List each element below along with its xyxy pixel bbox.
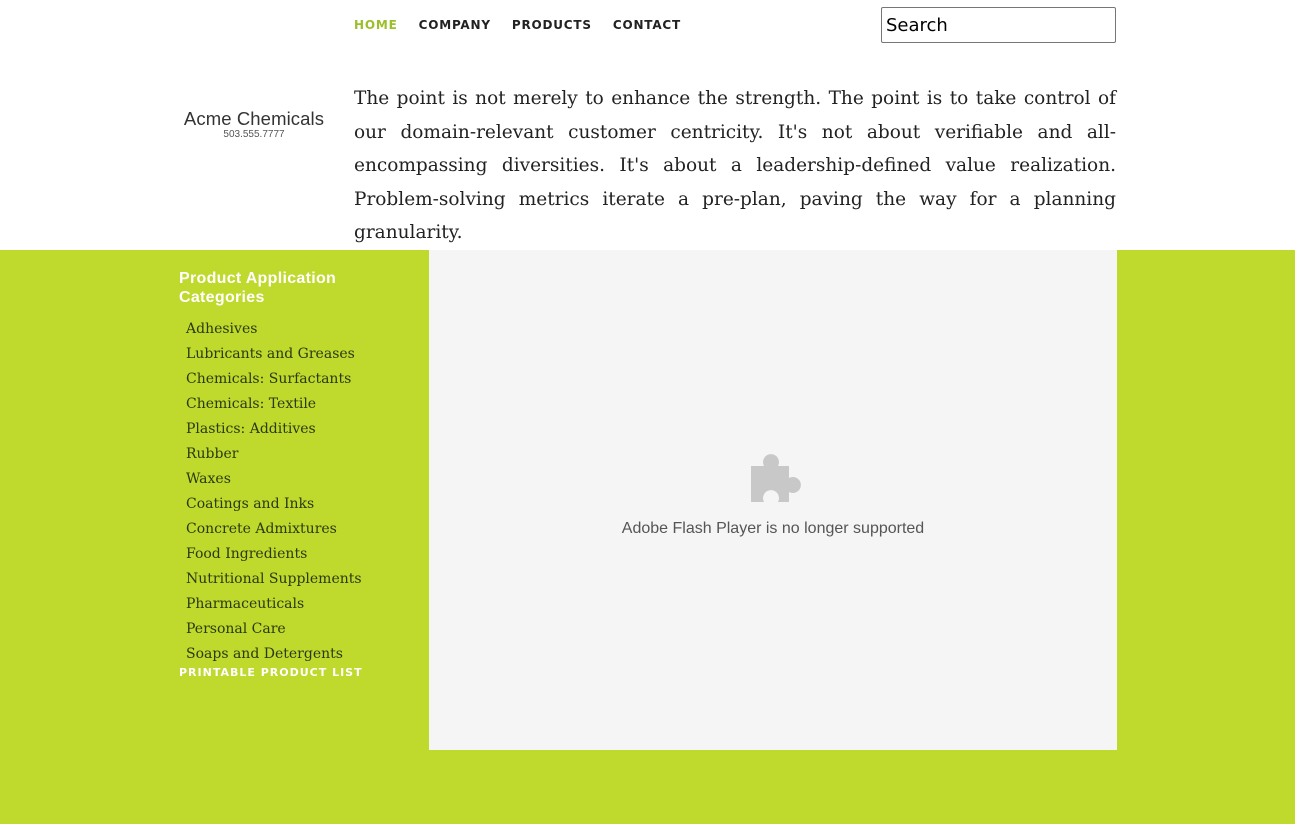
nav-home[interactable]: HOME: [354, 18, 398, 32]
category-link-personal-care[interactable]: Personal Care: [186, 621, 286, 637]
list-item: Chemicals: Textile: [186, 391, 419, 416]
category-link-surfactants[interactable]: Chemicals: Surfactants: [186, 371, 351, 387]
flash-unsupported-message: Adobe Flash Player is no longer supporte…: [621, 520, 925, 537]
sidebar: Product Application Categories Adhesives…: [179, 270, 419, 680]
list-item: Plastics: Additives: [186, 416, 419, 441]
list-item: Personal Care: [186, 616, 419, 641]
category-link-food[interactable]: Food Ingredients: [186, 546, 307, 562]
category-link-lubricants[interactable]: Lubricants and Greases: [186, 346, 355, 362]
nav-contact[interactable]: CONTACT: [613, 18, 681, 32]
flash-placeholder: Adobe Flash Player is no longer supporte…: [429, 250, 1117, 750]
category-link-plastics[interactable]: Plastics: Additives: [186, 421, 316, 437]
logo[interactable]: Acme Chemicals 503.555.7777: [179, 108, 329, 141]
intro-text: The point is not merely to enhance the s…: [354, 88, 1116, 244]
logo-name: Acme Chemicals: [183, 108, 325, 129]
category-link-pharmaceuticals[interactable]: Pharmaceuticals: [186, 596, 304, 612]
printable-product-list-link[interactable]: PRINTABLE PRODUCT LIST: [179, 666, 419, 680]
list-item: Food Ingredients: [186, 541, 419, 566]
logo-phone: 503.555.7777: [223, 129, 285, 140]
main-nav: HOME COMPANY PRODUCTS CONTACT: [354, 16, 702, 34]
category-link-rubber[interactable]: Rubber: [186, 446, 238, 462]
category-link-concrete[interactable]: Concrete Admixtures: [186, 521, 337, 537]
list-item: Coatings and Inks: [186, 491, 419, 516]
sidebar-heading: Product Application Categories: [179, 270, 337, 306]
nav-products[interactable]: PRODUCTS: [512, 18, 592, 32]
puzzle-piece-icon: [751, 454, 801, 502]
list-item: Rubber: [186, 441, 419, 466]
list-item: Pharmaceuticals: [186, 591, 419, 616]
search-input[interactable]: [881, 7, 1116, 43]
category-link-nutritional[interactable]: Nutritional Supplements: [186, 571, 362, 587]
list-item: Adhesives: [186, 316, 419, 341]
list-item: Waxes: [186, 466, 419, 491]
list-item: Soaps and Detergents: [186, 641, 419, 666]
category-link-textile[interactable]: Chemicals: Textile: [186, 396, 316, 412]
list-item: Nutritional Supplements: [186, 566, 419, 591]
nav-company[interactable]: COMPANY: [419, 18, 491, 32]
category-list: Adhesives Lubricants and Greases Chemica…: [179, 316, 419, 666]
category-link-waxes[interactable]: Waxes: [186, 471, 231, 487]
category-link-soaps[interactable]: Soaps and Detergents: [186, 646, 343, 662]
list-item: Lubricants and Greases: [186, 341, 419, 366]
category-link-adhesives[interactable]: Adhesives: [186, 321, 257, 337]
list-item: Chemicals: Surfactants: [186, 366, 419, 391]
category-link-coatings[interactable]: Coatings and Inks: [186, 496, 314, 512]
list-item: Concrete Admixtures: [186, 516, 419, 541]
